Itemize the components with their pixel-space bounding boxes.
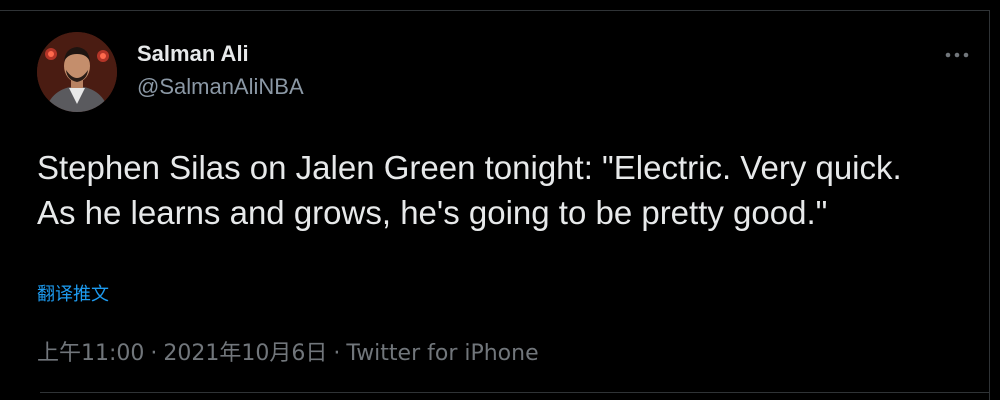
avatar-image [37,32,117,112]
more-horizontal-icon [945,52,969,58]
author-avatar[interactable] [37,32,117,112]
author-info: Salman Ali @SalmanAliNBA [137,40,304,101]
author-name[interactable]: Salman Ali [137,40,304,68]
tweet-text: Stephen Silas on Jalen Green tonight: "E… [37,149,910,231]
tweet-source-link[interactable]: Twitter for iPhone [346,341,538,366]
translate-tweet-link[interactable]: 翻译推文 [37,280,109,306]
meta-separator: · [150,341,158,366]
tweet-right-border [989,10,990,400]
tweet-timestamp-date[interactable]: 2021年10月6日 [163,341,327,366]
tweet-metadata: 上午11:00 · 2021年10月6日 · Twitter for iPhone [37,335,539,367]
tweet-bottom-border [40,392,990,393]
tweet-timestamp-time[interactable]: 上午11:00 [37,341,144,366]
author-handle[interactable]: @SalmanAliNBA [137,73,304,101]
more-options-button[interactable] [942,40,972,70]
meta-separator: · [333,341,341,366]
tweet-top-border [0,10,990,11]
